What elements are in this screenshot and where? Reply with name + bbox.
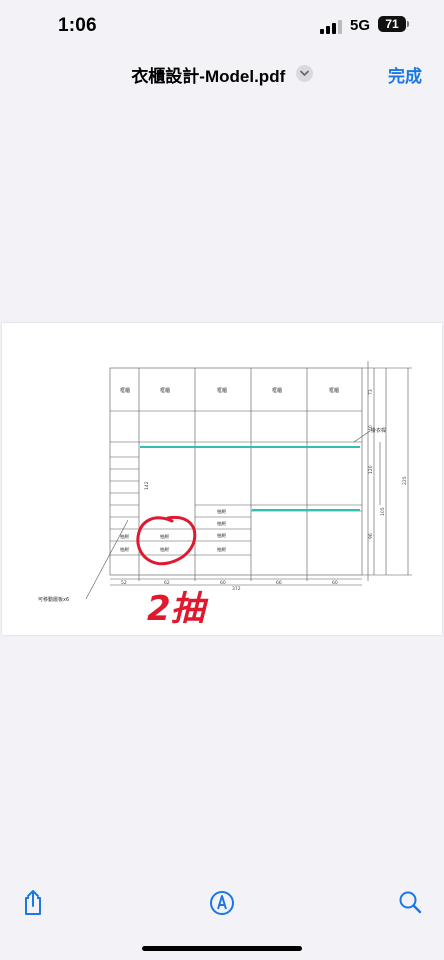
drawer-label: 抽屜 xyxy=(217,532,226,539)
dimension-label: 40 xyxy=(368,425,374,431)
status-bar: 1:06 5G 71 xyxy=(0,0,444,54)
network-type: 5G xyxy=(350,17,371,34)
battery-tip xyxy=(407,21,409,27)
search-icon[interactable] xyxy=(398,888,424,916)
dimension-label: 62 xyxy=(164,580,170,586)
dimension-label: 60 xyxy=(220,580,226,586)
cabinet-label: 框櫃 xyxy=(217,387,227,394)
cabinet-label: 框櫃 xyxy=(329,387,339,394)
drawer-label: 抽屜 xyxy=(120,533,129,540)
status-time: 1:06 xyxy=(58,15,97,36)
drawer-label: 抽屜 xyxy=(160,546,169,553)
cabinet-label: 框櫃 xyxy=(120,387,130,394)
handwritten-note: 2抽 xyxy=(147,589,209,629)
shelf-note: 可移動層板x6 xyxy=(38,596,69,603)
dimension-label: 96 xyxy=(368,533,374,539)
dimension-label: 52 xyxy=(121,580,127,586)
handwritten-circle-annotation xyxy=(136,515,197,566)
dimension-label: 105 xyxy=(380,507,386,516)
drawer-label: 抽屜 xyxy=(217,508,226,515)
share-icon[interactable] xyxy=(20,888,46,916)
dimension-label: 66 xyxy=(276,580,282,586)
dimension-label: 73 xyxy=(368,389,374,395)
markup-icon[interactable] xyxy=(209,888,235,916)
total-width-label: 372 xyxy=(232,586,241,592)
drawer-label: 抽屜 xyxy=(217,546,226,553)
done-button[interactable]: 完成 xyxy=(388,62,422,87)
navigation-bar: 衣櫃設計-Model.pdf 完成 xyxy=(0,54,444,94)
drawer-label: 抽屜 xyxy=(217,520,226,527)
cabinet-label: 框櫃 xyxy=(160,387,170,394)
dimension-label: 120 xyxy=(368,465,374,474)
dimension-label: 225 xyxy=(402,476,408,485)
battery-icon: 71 xyxy=(378,16,406,32)
title-group[interactable]: 衣櫃設計-Model.pdf xyxy=(0,62,444,87)
dimension-label: 60 xyxy=(332,580,338,586)
cellular-signal-icon xyxy=(320,20,342,34)
home-indicator[interactable] xyxy=(142,946,302,951)
drawer-label: 抽屜 xyxy=(160,533,169,540)
drawer-label: 抽屜 xyxy=(120,546,129,553)
dimension-label: 142 xyxy=(144,481,150,490)
chevron-down-icon[interactable] xyxy=(295,65,313,82)
wardrobe-drawing: 框櫃 框櫃 框櫃 框櫃 框櫃 抽屜 抽屜 抽屜 抽屜 抽屜 抽屜 抽屜 抽屜 掛… xyxy=(38,361,412,629)
pdf-page[interactable]: 框櫃 框櫃 框櫃 框櫃 框櫃 抽屜 抽屜 抽屜 抽屜 抽屜 抽屜 抽屜 抽屜 掛… xyxy=(2,323,442,635)
battery-level: 71 xyxy=(385,17,399,31)
cabinet-label: 框櫃 xyxy=(272,387,282,394)
document-title[interactable]: 衣櫃設計-Model.pdf xyxy=(131,67,285,86)
